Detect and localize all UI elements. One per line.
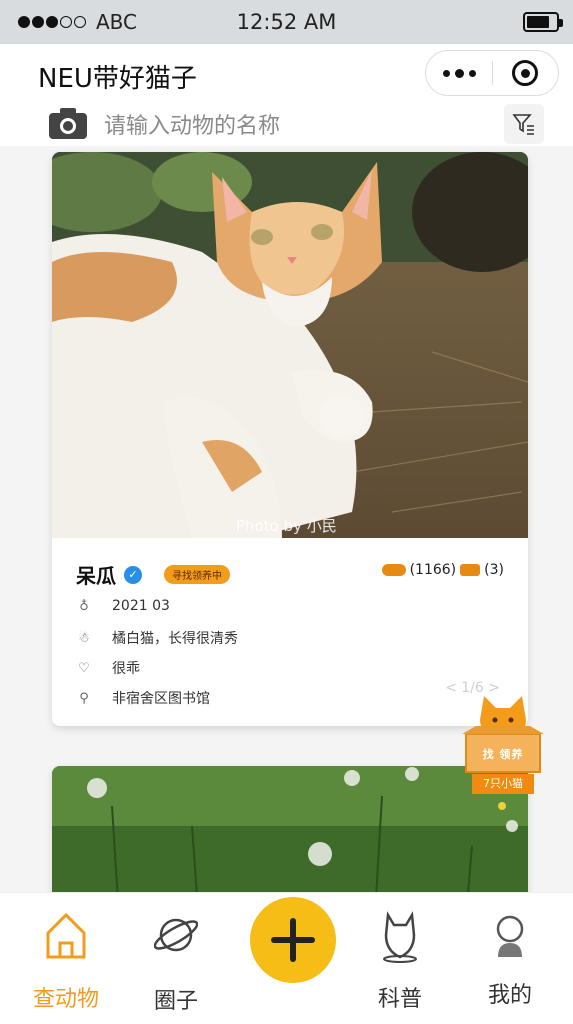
- location-icon: ⚲: [79, 690, 89, 706]
- planet-icon: [154, 918, 198, 952]
- battery-icon: [523, 12, 563, 32]
- mascot-label: 7只小猫: [472, 774, 534, 794]
- animal-card[interactable]: Photo by 小民 呆瓜 ✓ 寻找领养中 (1166) (3) ♁ 2021…: [52, 152, 528, 726]
- tab-science[interactable]: 科普: [350, 893, 450, 1023]
- filter-button[interactable]: [504, 104, 544, 144]
- birthday-icon: ♁: [79, 598, 89, 614]
- info-row-personality: ♡ 很乖: [76, 658, 140, 678]
- heart-icon: ♡: [78, 660, 90, 676]
- carrier-name: ABC: [96, 10, 138, 34]
- cat-photo-image: [52, 152, 528, 538]
- add-icon: [271, 918, 315, 962]
- animal-name: 呆瓜: [76, 564, 116, 588]
- signal-icon: [18, 16, 86, 28]
- target-icon: [512, 60, 539, 86]
- animal-card[interactable]: [52, 766, 528, 892]
- status-bar: ABC 12:52 AM: [0, 0, 573, 44]
- name-row: 呆瓜 ✓ 寻找领养中: [76, 560, 230, 589]
- status-time: 12:52 AM: [236, 10, 337, 34]
- filter-icon: [512, 114, 534, 135]
- verified-icon: ✓: [124, 565, 142, 584]
- more-icon[interactable]: [426, 51, 492, 95]
- comment-count: (3): [484, 562, 504, 578]
- status-badge: 寻找领养中: [164, 565, 230, 584]
- search-bar: 请输入动物的名称: [0, 104, 573, 146]
- info-location: 非宿舍区图书馆: [112, 691, 210, 707]
- adoption-mascot-button[interactable]: 找 领养 7只小猫: [462, 690, 544, 798]
- photo-credit: Photo by 小民: [236, 517, 337, 535]
- add-button[interactable]: [250, 897, 336, 983]
- animal-feed[interactable]: Photo by 小民 呆瓜 ✓ 寻找领养中 (1166) (3) ♁ 2021…: [0, 146, 573, 892]
- house-icon: [46, 912, 86, 959]
- app-header: NEU带好猫子: [0, 44, 573, 104]
- tab-find-animals[interactable]: 查动物: [16, 893, 116, 1023]
- info-row-appearance: ☃ 橘白猫，长得很清秀: [76, 628, 238, 648]
- tab-label: 我的: [487, 983, 532, 1008]
- cat-photo[interactable]: Photo by 小民: [52, 152, 528, 538]
- tab-circle[interactable]: 圈子: [126, 893, 226, 1023]
- page-title: NEU带好猫子: [38, 64, 197, 94]
- info-row-birthday: ♁ 2021 03: [76, 598, 170, 614]
- miniprogram-capsule: [425, 50, 559, 96]
- mascot-box-text: 找 领养: [482, 748, 524, 761]
- like-count: (1166): [409, 562, 457, 578]
- fish-icon: [381, 564, 406, 576]
- card-stats: (1166) (3): [381, 562, 504, 578]
- status-left: ABC: [18, 10, 137, 34]
- info-birthday: 2021 03: [112, 598, 170, 614]
- tab-bar: 查动物 圈子 科普 我的: [0, 892, 573, 1024]
- tab-label: 圈子: [153, 989, 198, 1014]
- cat-icon: ☃: [78, 630, 90, 646]
- comment-icon: [460, 564, 481, 576]
- info-appearance: 橘白猫，长得很清秀: [112, 631, 238, 647]
- tab-label: 科普: [377, 987, 422, 1012]
- tab-mine[interactable]: 我的: [460, 893, 560, 1023]
- cat-location-icon: [383, 911, 417, 963]
- tab-label: 查动物: [32, 987, 99, 1012]
- info-personality: 很乖: [112, 661, 140, 677]
- grass-photo: [52, 766, 528, 892]
- camera-icon[interactable]: [48, 106, 88, 140]
- info-row-location: ⚲ 非宿舍区图书馆: [76, 688, 210, 708]
- close-target-button[interactable]: [493, 51, 558, 95]
- search-input[interactable]: 请输入动物的名称: [104, 108, 280, 140]
- user-icon: [496, 915, 524, 957]
